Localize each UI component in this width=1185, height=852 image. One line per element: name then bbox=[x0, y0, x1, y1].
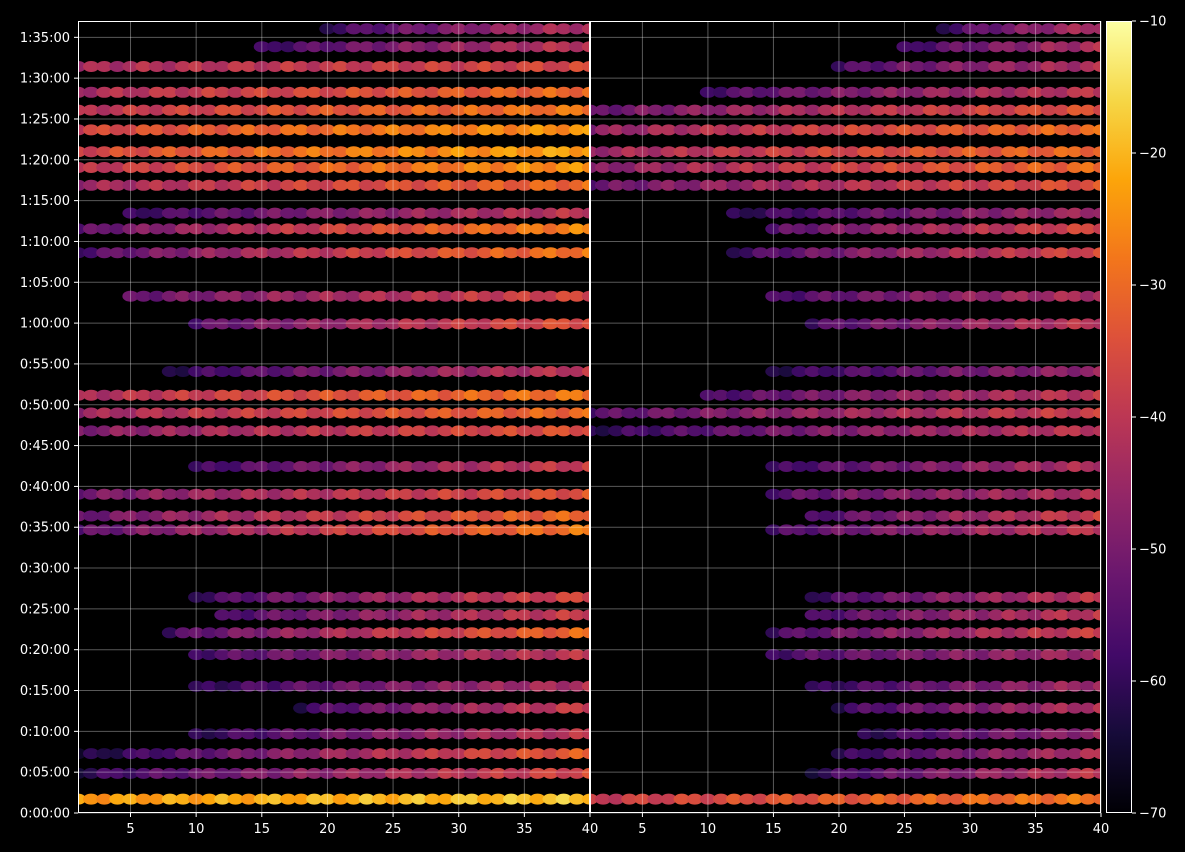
colorbar-tick-label: −30 bbox=[1139, 279, 1166, 294]
colorbar-tick-label: −10 bbox=[1139, 15, 1166, 30]
y-tick-label: 0:15:00 bbox=[20, 684, 70, 699]
colorbar-tick-label: −50 bbox=[1139, 543, 1166, 558]
y-tick-label: 1:00:00 bbox=[20, 317, 70, 332]
y-tick-label: 1:35:00 bbox=[20, 31, 70, 46]
colorbar-tick-label: −70 bbox=[1139, 807, 1166, 822]
y-tick-label: 0:55:00 bbox=[20, 357, 70, 372]
heatmap-panel-2 bbox=[590, 21, 1101, 813]
y-tick-label: 0:40:00 bbox=[20, 480, 70, 495]
y-tick-label: 0:05:00 bbox=[20, 766, 70, 781]
colorbar-tick-label: −40 bbox=[1139, 411, 1166, 426]
colorbar-tick-label: −20 bbox=[1139, 147, 1166, 162]
y-tick-label: 1:30:00 bbox=[20, 72, 70, 87]
x-tick-label: 20 bbox=[319, 822, 336, 837]
x-tick-label: 20 bbox=[831, 822, 848, 837]
x-tick-label: 10 bbox=[188, 822, 205, 837]
x-tick-label: 25 bbox=[896, 822, 913, 837]
y-tick-label: 0:35:00 bbox=[20, 521, 70, 536]
heatmap-panel-1 bbox=[78, 21, 590, 813]
spectrogram-chart: 0:00:00 0:05:00 0:10:00 0:15:00 0:20:00 0:25:… bbox=[0, 0, 1185, 852]
y-tick-label: 1:20:00 bbox=[20, 153, 70, 168]
y-tick-label: 1:25:00 bbox=[20, 112, 70, 127]
x-tick-label: 10 bbox=[700, 822, 717, 837]
colorbar-gradient bbox=[1106, 21, 1132, 813]
y-tick-label: 0:25:00 bbox=[20, 602, 70, 617]
y-tick-label: 1:10:00 bbox=[20, 235, 70, 250]
y-tick-label: 0:30:00 bbox=[20, 562, 70, 577]
x-tick-label: 5 bbox=[126, 822, 134, 837]
y-tick-label: 0:20:00 bbox=[20, 643, 70, 658]
x-tick-label: 15 bbox=[765, 822, 782, 837]
x-tick-label: 40 bbox=[1093, 822, 1110, 837]
x-tick-label: 35 bbox=[516, 822, 533, 837]
x-tick-label: 40 bbox=[582, 822, 599, 837]
y-tick-label: 0:50:00 bbox=[20, 398, 70, 413]
x-tick-label: 5 bbox=[638, 822, 646, 837]
colorbar-tick-label: −60 bbox=[1139, 675, 1166, 690]
x-tick-label: 25 bbox=[385, 822, 402, 837]
x-tick-label: 35 bbox=[1027, 822, 1044, 837]
x-tick-label: 30 bbox=[962, 822, 979, 837]
x-tick-label: 30 bbox=[450, 822, 467, 837]
y-tick-label: 1:05:00 bbox=[20, 276, 70, 291]
y-tick-label: 0:00:00 bbox=[20, 807, 70, 822]
y-tick-label: 0:45:00 bbox=[20, 439, 70, 454]
x-tick-label: 15 bbox=[254, 822, 271, 837]
y-tick-label: 1:15:00 bbox=[20, 194, 70, 209]
y-tick-label: 0:10:00 bbox=[20, 725, 70, 740]
